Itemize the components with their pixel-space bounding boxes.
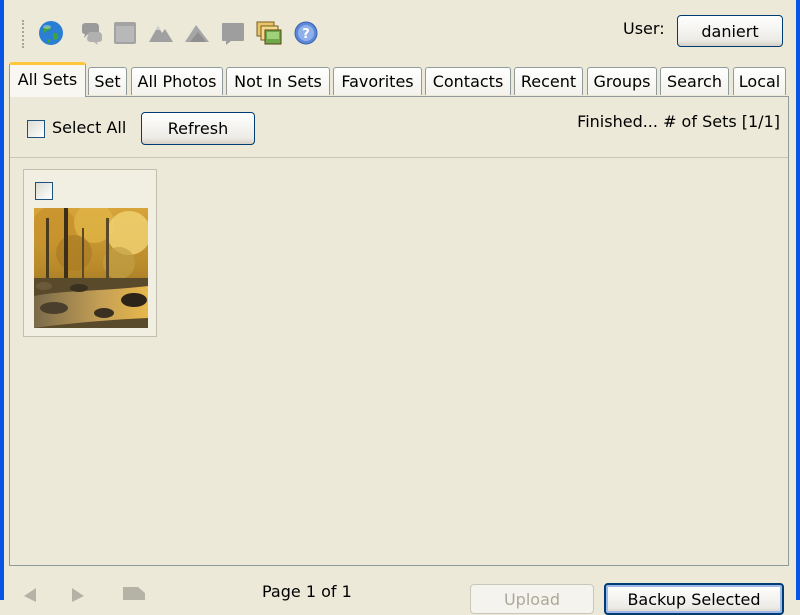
user-label: User: (623, 19, 665, 38)
page-indicator: Page 1 of 1 (262, 582, 352, 601)
tab-groups[interactable]: Groups (587, 67, 657, 95)
mountain-alt-icon[interactable] (184, 20, 210, 46)
window-icon[interactable] (112, 20, 138, 46)
tab-label: All Sets (17, 70, 78, 89)
tab-contacts[interactable]: Contacts (425, 67, 511, 95)
speech-bubble-icon[interactable] (78, 20, 104, 46)
sets-toolbar: Select All Refresh Finished... # of Sets… (10, 97, 788, 158)
tab-label: Favorites (341, 72, 414, 91)
tab-label: Recent (520, 72, 577, 91)
window-frame-right (796, 0, 800, 600)
globe-icon[interactable] (38, 20, 64, 46)
thumbnail-checkbox[interactable] (35, 182, 53, 200)
refresh-button[interactable]: Refresh (141, 112, 255, 145)
tab-label: Local (738, 72, 781, 91)
user-button[interactable]: daniert (677, 15, 783, 47)
document-icon[interactable] (120, 584, 148, 600)
select-all-label[interactable]: Select All (52, 118, 126, 137)
set-thumbnail[interactable] (23, 169, 157, 337)
mountain-icon[interactable] (148, 20, 174, 46)
tab-favorites[interactable]: Favorites (333, 67, 422, 95)
svg-text:?: ? (302, 27, 310, 42)
upload-button[interactable]: Upload (470, 584, 594, 614)
tab-set[interactable]: Set (88, 67, 127, 95)
tab-strip: All Sets Set All Photos Not In Sets Favo… (9, 62, 789, 97)
toolbar-grip[interactable] (22, 20, 27, 48)
tab-label: Not In Sets (234, 72, 322, 91)
tab-local[interactable]: Local (733, 67, 786, 95)
folder-icon[interactable] (220, 20, 246, 46)
tab-label: Groups (593, 72, 651, 91)
backup-selected-button[interactable]: Backup Selected (604, 583, 784, 615)
tab-panel: Select All Refresh Finished... # of Sets… (9, 96, 789, 566)
tab-all-photos[interactable]: All Photos (131, 67, 223, 95)
select-all-checkbox[interactable] (27, 120, 45, 138)
status-text: Finished... # of Sets [1/1] (577, 112, 780, 131)
tab-all-sets[interactable]: All Sets (9, 62, 86, 97)
tab-not-in-sets[interactable]: Not In Sets (226, 67, 330, 95)
tab-label: All Photos (137, 72, 217, 91)
tab-label: Search (667, 72, 722, 91)
pagination-bar: Page 1 of 1 Upload Backup Selected (4, 570, 796, 615)
tab-label: Set (94, 72, 121, 91)
window-frame-left (0, 0, 4, 600)
autumn-forest-stream-photo[interactable] (34, 208, 148, 328)
tab-recent[interactable]: Recent (514, 67, 583, 95)
stacked-photos-icon[interactable] (256, 20, 282, 46)
tab-search[interactable]: Search (660, 67, 729, 95)
help-icon[interactable]: ? (293, 20, 319, 46)
tab-label: Contacts (432, 72, 504, 91)
toolbar: ? User: daniert (4, 0, 796, 62)
